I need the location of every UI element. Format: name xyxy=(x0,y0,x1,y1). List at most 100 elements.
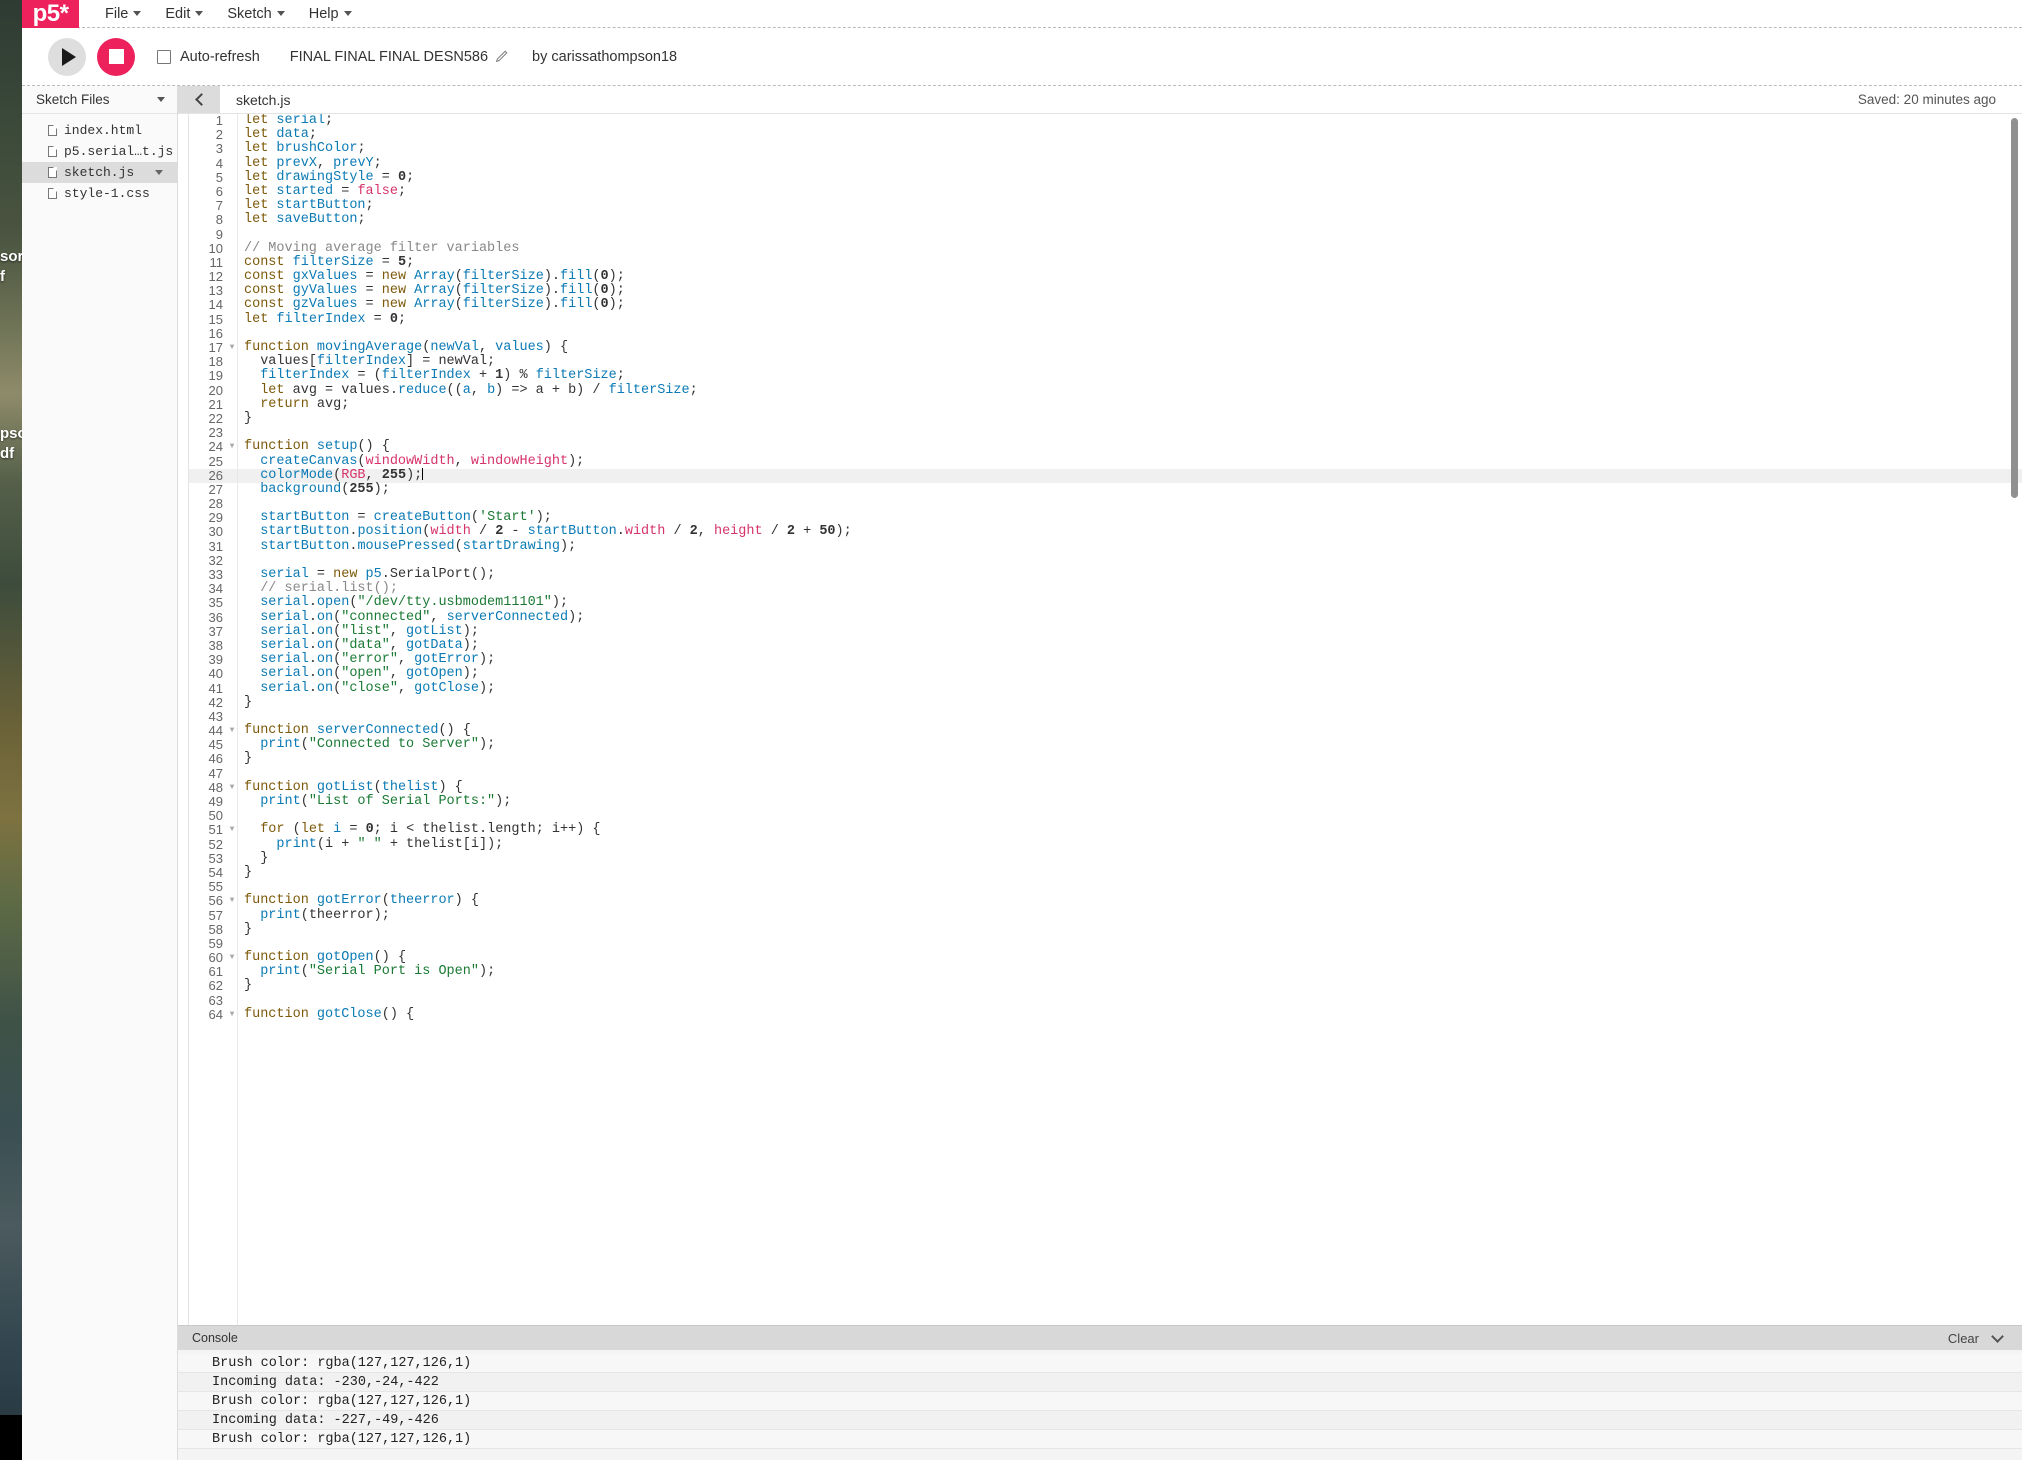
file-item-style-1-css[interactable]: style-1.css xyxy=(22,183,177,204)
code-line[interactable]: 23 xyxy=(189,425,2022,440)
code-line[interactable]: 10 // Moving average filter variables xyxy=(189,241,2022,256)
code-line[interactable]: 13 const gyValues = new Array(filterSize)… xyxy=(189,284,2022,298)
code-line[interactable]: 11 const filterSize = 5; xyxy=(189,255,2022,270)
play-button[interactable] xyxy=(48,37,86,76)
code-line[interactable]: 26 colorMode(RGB, 255); xyxy=(189,468,2022,483)
tab-sketch-js[interactable]: sketch.js xyxy=(220,86,306,113)
code-line[interactable]: 38 serial.on("data", gotData); xyxy=(189,638,2022,653)
code-line[interactable]: 42} xyxy=(189,695,2022,710)
code-line[interactable]: 44 ▼ function serverConnected() { xyxy=(189,723,2022,738)
code-line[interactable]: 21 return avg; xyxy=(189,397,2022,412)
code-line[interactable]: 20 let avg = values.reduce((a, b) => a +… xyxy=(189,383,2022,398)
code-line[interactable]: 8 let saveButton; xyxy=(189,213,2022,227)
code-line[interactable]: 45 print("Connected to Server"); xyxy=(189,738,2022,752)
code-line[interactable]: 25 createCanvas(windowWidth, windowHeigh… xyxy=(189,454,2022,469)
code-line[interactable]: 51 ▼ for (let i = 0; i < thelist.length; … xyxy=(189,823,2022,837)
editor-vertical-scrollbar[interactable] xyxy=(2011,118,2018,498)
collapse-sidebar-button[interactable] xyxy=(178,86,220,113)
stop-button[interactable] xyxy=(97,37,135,76)
fold-arrow-icon[interactable]: ▼ xyxy=(227,951,237,965)
code-line[interactable]: 59 xyxy=(189,936,2022,951)
code-line[interactable]: 14 const gzValues = new Array(filterSize)… xyxy=(189,298,2022,312)
code-line[interactable]: 19 filterIndex = (filterIndex + 1) % fil… xyxy=(189,369,2022,383)
code-line[interactable]: 30 startButton.position(width / 2 - star… xyxy=(189,525,2022,539)
code-line[interactable]: 36 serial.on("connected", serverConnecte… xyxy=(189,610,2022,625)
nav-item-help[interactable]: Help xyxy=(297,0,364,28)
fold-arrow-icon[interactable]: ▼ xyxy=(227,440,237,454)
console-line: Brush color: rgba(127,127,126,1) xyxy=(178,1430,2022,1449)
code-lines[interactable]: 1 let serial; 2 let data; 3 let brushColor; 4 l… xyxy=(189,114,2022,1325)
fold-arrow-icon[interactable]: ▼ xyxy=(227,1008,237,1022)
code-line[interactable]: 53 } xyxy=(189,851,2022,866)
code-line[interactable]: 2 let data; xyxy=(189,127,2022,142)
console-clear-button[interactable]: Clear xyxy=(1948,1331,1979,1346)
author-byline[interactable]: by carissathompson18 xyxy=(532,49,677,65)
code-line[interactable]: 29 startButton = createButton('Start'); xyxy=(189,511,2022,525)
code-line[interactable]: 33 serial = new p5.SerialPort(); xyxy=(189,567,2022,582)
code-line[interactable]: 43 xyxy=(189,709,2022,724)
fold-arrow-icon[interactable]: ▼ xyxy=(227,341,237,355)
code-line[interactable]: 48 ▼ function gotList(thelist) { xyxy=(189,780,2022,795)
code-line[interactable]: 49 print("List of Serial Ports:"); xyxy=(189,794,2022,809)
code-line[interactable]: 58} xyxy=(189,922,2022,937)
chevron-down-icon[interactable] xyxy=(155,170,163,175)
file-item-p5-serial-t-js[interactable]: p5.serial…t.js xyxy=(22,141,177,162)
auto-refresh-checkbox[interactable] xyxy=(157,49,171,64)
code-line[interactable]: 47 xyxy=(189,766,2022,781)
file-item-sketch-js[interactable]: sketch.js xyxy=(22,162,177,183)
pencil-icon[interactable] xyxy=(495,50,508,63)
code-line[interactable]: 57 print(theerror); xyxy=(189,908,2022,923)
code-line[interactable]: 62} xyxy=(189,979,2022,993)
code-line[interactable]: 32 xyxy=(189,553,2022,568)
code-line[interactable]: 5 let drawingStyle = 0; xyxy=(189,170,2022,185)
code-line[interactable]: 37 serial.on("list", gotList); xyxy=(189,624,2022,639)
nav-item-sketch[interactable]: Sketch xyxy=(215,0,296,28)
auto-refresh-toggle[interactable]: Auto-refresh xyxy=(157,49,260,65)
code-line[interactable]: 12 const gxValues = new Array(filterSize)… xyxy=(189,269,2022,284)
code-line[interactable]: 7 let startButton; xyxy=(189,198,2022,213)
fold-arrow-icon[interactable]: ▼ xyxy=(227,724,237,738)
fold-arrow-icon[interactable]: ▼ xyxy=(227,823,237,837)
nav-item-file[interactable]: File xyxy=(93,0,153,28)
chevron-down-icon[interactable] xyxy=(1991,1329,2004,1343)
code-line[interactable]: 6 let started = false; xyxy=(189,184,2022,199)
code-line[interactable]: 16 xyxy=(189,326,2022,341)
p5-logo[interactable]: p5* xyxy=(22,0,79,28)
code-line[interactable]: 56 ▼ function gotError(theerror) { xyxy=(189,894,2022,908)
code-line[interactable]: 27 background(255); xyxy=(189,482,2022,497)
code-line[interactable]: 54} xyxy=(189,865,2022,880)
chevron-down-icon[interactable] xyxy=(157,97,165,102)
code-line[interactable]: 40 serial.on("open", gotOpen); xyxy=(189,667,2022,681)
code-line[interactable]: 64 ▼ function gotClose() { xyxy=(189,1007,2022,1022)
code-line[interactable]: 39 serial.on("error", gotError); xyxy=(189,652,2022,667)
code-line[interactable]: 34 // serial.list(); xyxy=(189,581,2022,596)
code-line[interactable]: 22} xyxy=(189,411,2022,426)
code-line[interactable]: 61 print("Serial Port is Open"); xyxy=(189,965,2022,979)
nav-item-edit[interactable]: Edit xyxy=(153,0,215,28)
fold-arrow-icon[interactable]: ▼ xyxy=(227,894,237,908)
sidebar-header[interactable]: Sketch Files xyxy=(22,86,177,114)
code-line[interactable]: 9 xyxy=(189,227,2022,242)
code-line[interactable]: 60 ▼ function gotOpen() { xyxy=(189,950,2022,965)
code-line[interactable]: 55 xyxy=(189,879,2022,894)
code-line[interactable]: 35 serial.open("/dev/tty.usbmodem11101")… xyxy=(189,596,2022,610)
code-line[interactable]: 28 xyxy=(189,496,2022,511)
fold-arrow-icon[interactable]: ▼ xyxy=(227,781,237,795)
code-editor[interactable]: 1 let serial; 2 let data; 3 let brushColor; 4 l… xyxy=(178,114,2022,1325)
code-line[interactable]: 41 serial.on("close", gotClose); xyxy=(189,681,2022,696)
code-line[interactable]: 46} xyxy=(189,752,2022,766)
sketch-name[interactable]: FINAL FINAL FINAL DESN586 xyxy=(290,49,508,65)
code-line[interactable]: 17 ▼ function movingAverage(newVal, values… xyxy=(189,340,2022,355)
code-line[interactable]: 15 let filterIndex = 0; xyxy=(189,312,2022,327)
code-line[interactable]: 31 startButton.mousePressed(startDrawing… xyxy=(189,539,2022,554)
console-line: Brush color: rgba(127,127,126,1) xyxy=(178,1354,2022,1373)
file-item-index-html[interactable]: index.html xyxy=(22,120,177,141)
code-line[interactable]: 52 print(i + " " + thelist[i]); xyxy=(189,837,2022,852)
code-line[interactable]: 63 xyxy=(189,993,2022,1008)
code-line[interactable]: 24 ▼ function setup() { xyxy=(189,440,2022,454)
code-line[interactable]: 18 values[filterIndex] = newVal; xyxy=(189,354,2022,369)
code-line[interactable]: 1 let serial; xyxy=(189,114,2022,128)
code-line[interactable]: 3 let brushColor; xyxy=(189,142,2022,156)
code-line[interactable]: 50 xyxy=(189,808,2022,823)
code-line[interactable]: 4 let prevX, prevY; xyxy=(189,156,2022,171)
